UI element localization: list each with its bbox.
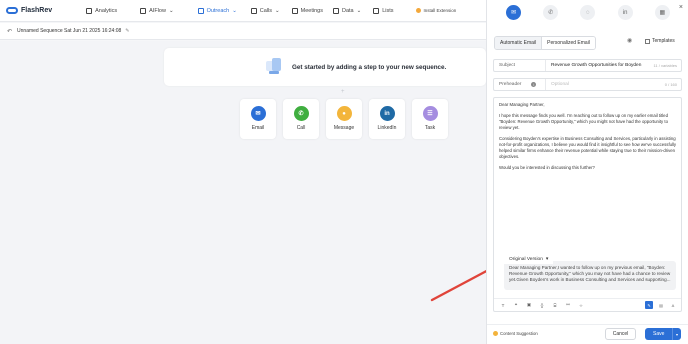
save-button[interactable]: Save ▾ <box>645 328 681 340</box>
subject-counter: 11 / variables <box>653 63 678 68</box>
template-icon <box>645 38 650 44</box>
content-suggestion-toggle[interactable]: Content Suggestion <box>493 331 538 336</box>
subject-input[interactable]: Revenue Growth Opportunities for Boyden <box>546 63 654 68</box>
layout-icon[interactable]: ▤ <box>657 301 665 309</box>
task-channel-icon[interactable]: ▦ <box>654 5 670 20</box>
variable-icon[interactable]: {} <box>539 303 545 308</box>
image-icon[interactable]: ▣ <box>526 302 532 308</box>
tab-automatic-email[interactable]: Automatic Email <box>495 37 543 49</box>
preheader-field[interactable]: Preheader i Optional 0 / 160 <box>493 78 682 91</box>
call-channel-icon[interactable]: ✆ <box>543 5 559 20</box>
preheader-label: Preheader i <box>494 79 546 90</box>
cancel-button[interactable]: Cancel <box>605 328 636 340</box>
email-step-panel: × ✉ ✆ ◌ in ▦ Automatic Email Personalize… <box>486 0 688 344</box>
text-format-icon[interactable]: T <box>500 303 506 308</box>
message-channel-icon[interactable]: ◌ <box>580 5 596 20</box>
original-version-dropdown[interactable]: Original Version ▾ <box>504 255 554 264</box>
code-icon[interactable]: ‹› <box>578 303 584 308</box>
body-paragraph: Dear Managing Partner, <box>499 102 545 107</box>
panel-footer: Content Suggestion Cancel Save ▾ <box>487 324 688 344</box>
preview-eye-icon[interactable]: ◉ <box>627 37 632 44</box>
ai-assist-icon[interactable]: A <box>669 301 677 309</box>
subject-field[interactable]: Subject Revenue Growth Opportunities for… <box>493 59 682 72</box>
preheader-input[interactable]: Optional <box>546 82 665 87</box>
save-options-chevron-icon[interactable]: ▾ <box>672 328 681 340</box>
suggestion-bulb-icon <box>493 331 498 336</box>
editor-toolbar: T ⚭ ▣ {} ⌸ ⚯ ‹› ✎ ▤ A <box>494 298 681 311</box>
suggestion-preview[interactable]: Dear Managing Partner,I wanted to follow… <box>504 261 676 290</box>
email-body-editor[interactable]: Dear Managing Partner, I hope this messa… <box>493 97 682 312</box>
chevron-down-icon: ▾ <box>545 257 549 262</box>
linkedin-channel-icon[interactable]: in <box>617 5 633 20</box>
preheader-counter: 0 / 160 <box>664 82 677 87</box>
channel-selector: ✉ ✆ ◌ in ▦ <box>487 5 688 20</box>
email-type-tabs: Automatic Email Personalized Email <box>494 36 596 50</box>
info-icon[interactable]: i <box>531 82 537 87</box>
body-paragraph: Would you be interested in discussing th… <box>499 165 595 170</box>
body-paragraph: I hope this message finds you well. I'm … <box>499 113 668 130</box>
unlink-icon[interactable]: ⚯ <box>565 302 571 308</box>
tab-personalized-email[interactable]: Personalized Email <box>542 37 595 49</box>
email-body-text[interactable]: Dear Managing Partner, I hope this messa… <box>499 102 677 176</box>
templates-button[interactable]: Templates <box>645 38 675 44</box>
subject-label: Subject <box>494 60 546 71</box>
attachment-icon[interactable]: ⌸ <box>552 303 558 308</box>
ai-write-icon[interactable]: ✎ <box>645 301 653 309</box>
email-channel-icon[interactable]: ✉ <box>506 5 522 20</box>
body-paragraph: Considering Boyden's expertise in Busine… <box>499 136 677 159</box>
link-icon[interactable]: ⚭ <box>513 302 519 308</box>
